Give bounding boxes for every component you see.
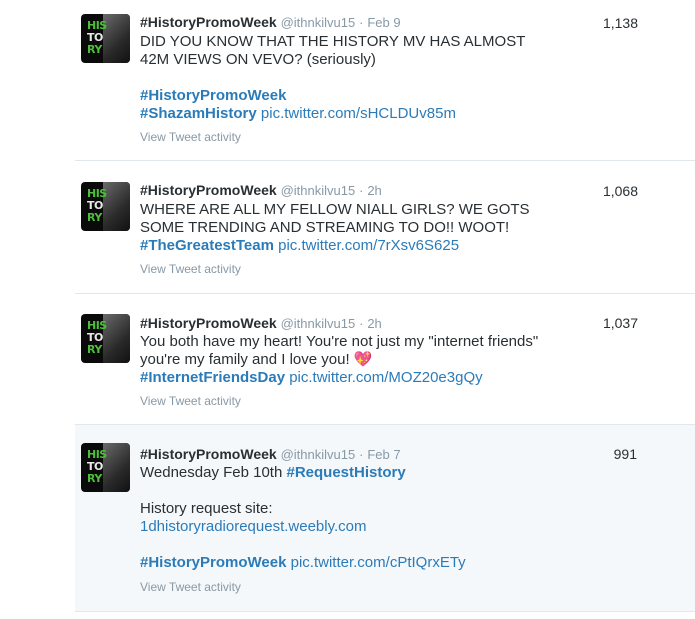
avatar-logo-line: RY [87,43,102,56]
tweet-text-line: SOME TRENDING AND STREAMING TO DO!! WOOT… [140,219,510,236]
impressions-count: 1,037 [602,315,638,331]
tweet-text-line: 42M VIEWS ON VEVO? (seriously) [140,51,376,68]
tweet-text-line: you're my family and I love you! 💖 [140,351,373,368]
tweet-header: #HistoryPromoWeek @ithnkilvu15 · 2h [140,315,382,331]
impressions-count: 1,068 [602,183,638,199]
tweet-text-line: History request site: [140,500,273,517]
avatar-logo-line: RY [87,472,102,485]
tweet-header: #HistoryPromoWeek @ithnkilvu15 · 2h [140,182,382,198]
hashtag-link[interactable]: #HistoryPromoWeek [140,87,286,104]
pic-link[interactable]: pic.twitter.com/7rXsv6S625 [278,237,459,254]
hashtag-link[interactable]: #ShazamHistory [140,105,257,122]
separator-dot: · [359,316,364,331]
tweet-header: #HistoryPromoWeek @ithnkilvu15 · Feb 7 [140,446,401,462]
tweet-item[interactable]: HIS TO RY #HistoryPromoWeek @ithnkilvu15… [75,424,695,612]
tweet-text-line: You both have my heart! You're not just … [140,333,539,350]
tweet-timestamp[interactable]: 2h [367,183,381,198]
account-name[interactable]: #HistoryPromoWeek [140,182,277,198]
avatar[interactable]: HIS TO RY [81,182,130,231]
pic-link[interactable]: pic.twitter.com/sHCLDUv85m [261,105,456,122]
avatar-logo-line: RY [87,343,102,356]
view-tweet-activity-link[interactable]: View Tweet activity [140,580,241,594]
pic-link[interactable]: pic.twitter.com/cPtIQrxETy [291,554,466,571]
tweet-timestamp[interactable]: 2h [367,316,381,331]
account-handle[interactable]: @ithnkilvu15 [281,15,356,30]
separator-dot: · [359,183,364,198]
account-handle[interactable]: @ithnkilvu15 [281,447,356,462]
separator-dot: · [359,447,364,462]
avatar[interactable]: HIS TO RY [81,314,130,363]
account-name[interactable]: #HistoryPromoWeek [140,446,277,462]
hashtag-link[interactable]: #RequestHistory [286,464,405,481]
view-tweet-activity-link[interactable]: View Tweet activity [140,262,241,276]
tweet-text: You both have my heart! You're not just … [140,333,560,387]
account-handle[interactable]: @ithnkilvu15 [281,183,356,198]
pic-link[interactable]: pic.twitter.com/MOZ20e3gQy [289,369,482,386]
tweet-item[interactable]: HIS TO RY #HistoryPromoWeek @ithnkilvu15… [75,293,695,425]
site-link[interactable]: 1dhistoryradiorequest.weebly.com [140,518,367,535]
impressions-count: 991 [613,446,637,462]
account-name[interactable]: #HistoryPromoWeek [140,315,277,331]
impressions-count: 1,138 [602,15,638,31]
tweet-text-line: Wednesday Feb 10th [140,464,287,481]
avatar-logo: HIS TO RY [87,188,117,224]
avatar-logo-line: RY [87,211,102,224]
account-handle[interactable]: @ithnkilvu15 [281,316,356,331]
tweet-text: WHERE ARE ALL MY FELLOW NIALL GIRLS? WE … [140,201,540,255]
tweet-text: Wednesday Feb 10th #RequestHistory Histo… [140,464,540,572]
account-name[interactable]: #HistoryPromoWeek [140,14,277,30]
hashtag-link[interactable]: #InternetFriendsDay [140,369,285,386]
tweet-text: DID YOU KNOW THAT THE HISTORY MV HAS ALM… [140,33,540,123]
tweet-text-line: DID YOU KNOW THAT THE HISTORY MV HAS ALM… [140,33,526,50]
view-tweet-activity-link[interactable]: View Tweet activity [140,130,241,144]
tweet-item[interactable]: HIS TO RY #HistoryPromoWeek @ithnkilvu15… [75,160,695,294]
tweet-timestamp[interactable]: Feb 9 [367,15,400,30]
separator-dot: · [359,15,364,30]
avatar-logo: HIS TO RY [87,20,117,56]
hashtag-link[interactable]: #HistoryPromoWeek [140,554,286,571]
avatar[interactable]: HIS TO RY [81,443,130,492]
tweet-item[interactable]: HIS TO RY #HistoryPromoWeek @ithnkilvu15… [75,0,695,161]
avatar-logo: HIS TO RY [87,449,117,485]
view-tweet-activity-link[interactable]: View Tweet activity [140,394,241,408]
avatar-logo: HIS TO RY [87,320,117,356]
tweet-text-line: WHERE ARE ALL MY FELLOW NIALL GIRLS? WE … [140,201,530,218]
tweet-header: #HistoryPromoWeek @ithnkilvu15 · Feb 9 [140,14,401,30]
tweet-timestamp[interactable]: Feb 7 [367,447,400,462]
hashtag-link[interactable]: #TheGreatestTeam [140,237,274,254]
avatar[interactable]: HIS TO RY [81,14,130,63]
